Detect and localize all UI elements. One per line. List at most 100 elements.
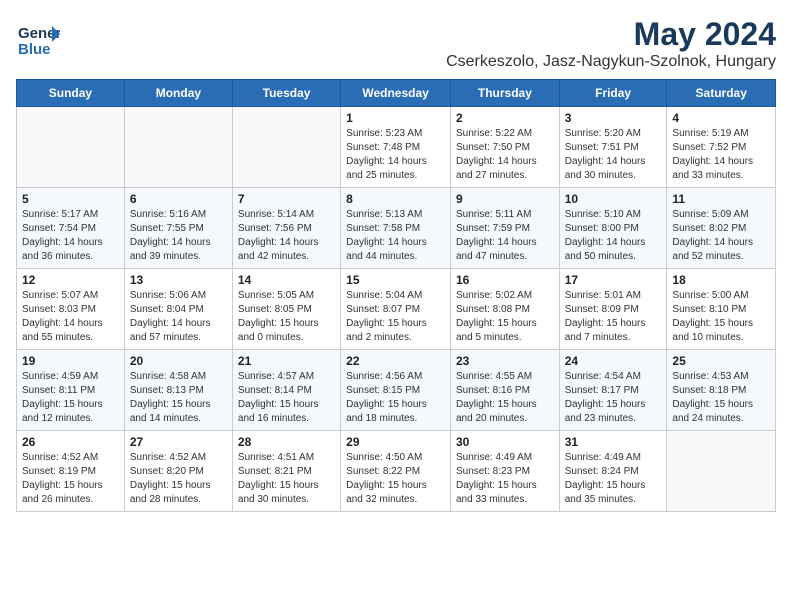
day-info: Sunrise: 5:09 AM Sunset: 8:02 PM Dayligh… bbox=[672, 208, 770, 264]
day-info: Sunrise: 4:50 AM Sunset: 8:22 PM Dayligh… bbox=[346, 451, 445, 507]
day-number: 30 bbox=[456, 435, 554, 449]
day-number: 5 bbox=[22, 192, 119, 206]
calendar-day-cell: 30Sunrise: 4:49 AM Sunset: 8:23 PM Dayli… bbox=[450, 431, 559, 512]
calendar-day-cell bbox=[667, 431, 776, 512]
day-number: 4 bbox=[672, 111, 770, 125]
calendar-day-cell: 6 Sunrise: 5:16 AM Sunset: 7:55 PM Daylig… bbox=[124, 188, 232, 269]
day-number: 15 bbox=[346, 273, 445, 287]
day-number: 2 bbox=[456, 111, 554, 125]
calendar-day-cell: 5 Sunrise: 5:17 AM Sunset: 7:54 PM Daylig… bbox=[17, 188, 125, 269]
day-info: Sunrise: 5:23 AM Sunset: 7:48 PM Dayligh… bbox=[346, 127, 445, 183]
calendar-day-cell: 13 Sunrise: 5:06 AM Sunset: 8:04 PM Dayli… bbox=[124, 269, 232, 350]
day-number: 13 bbox=[130, 273, 227, 287]
calendar-day-cell: 28 Sunrise: 4:51 AM Sunset: 8:21 PM Dayli… bbox=[232, 431, 340, 512]
day-number: 1 bbox=[346, 111, 445, 125]
day-of-week-header: Wednesday bbox=[341, 80, 451, 107]
day-info: Sunrise: 5:00 AM Sunset: 8:10 PM Dayligh… bbox=[672, 289, 770, 345]
day-info: Sunrise: 5:19 AM Sunset: 7:52 PM Dayligh… bbox=[672, 127, 770, 183]
calendar-day-cell: 8 Sunrise: 5:13 AM Sunset: 7:58 PM Daylig… bbox=[341, 188, 451, 269]
day-number: 25 bbox=[672, 354, 770, 368]
day-info: Sunrise: 5:10 AM Sunset: 8:00 PM Dayligh… bbox=[565, 208, 662, 264]
day-number: 8 bbox=[346, 192, 445, 206]
day-of-week-header: Monday bbox=[124, 80, 232, 107]
day-info: Sunrise: 5:04 AM Sunset: 8:07 PM Dayligh… bbox=[346, 289, 445, 345]
day-of-week-header: Tuesday bbox=[232, 80, 340, 107]
day-info: Sunrise: 4:52 AM Sunset: 8:19 PM Dayligh… bbox=[22, 451, 119, 507]
day-info: Sunrise: 4:49 AM Sunset: 8:24 PM Dayligh… bbox=[565, 451, 662, 507]
day-info: Sunrise: 4:58 AM Sunset: 8:13 PM Dayligh… bbox=[130, 370, 227, 426]
day-info: Sunrise: 5:20 AM Sunset: 7:51 PM Dayligh… bbox=[565, 127, 662, 183]
calendar-day-cell: 15 Sunrise: 5:04 AM Sunset: 8:07 PM Dayli… bbox=[341, 269, 451, 350]
day-info: Sunrise: 5:06 AM Sunset: 8:04 PM Dayligh… bbox=[130, 289, 227, 345]
calendar-day-cell: 23 Sunrise: 4:55 AM Sunset: 8:16 PM Dayli… bbox=[450, 350, 559, 431]
day-number: 11 bbox=[672, 192, 770, 206]
calendar-day-cell: 16Sunrise: 5:02 AM Sunset: 8:08 PM Dayli… bbox=[450, 269, 559, 350]
day-number: 9 bbox=[456, 192, 554, 206]
day-info: Sunrise: 4:57 AM Sunset: 8:14 PM Dayligh… bbox=[238, 370, 335, 426]
day-number: 3 bbox=[565, 111, 662, 125]
day-number: 17 bbox=[565, 273, 662, 287]
calendar-day-cell: 26Sunrise: 4:52 AM Sunset: 8:19 PM Dayli… bbox=[17, 431, 125, 512]
day-of-week-header: Friday bbox=[559, 80, 667, 107]
calendar-day-cell: 29 Sunrise: 4:50 AM Sunset: 8:22 PM Dayli… bbox=[341, 431, 451, 512]
day-info: Sunrise: 5:22 AM Sunset: 7:50 PM Dayligh… bbox=[456, 127, 554, 183]
svg-text:Blue: Blue bbox=[18, 41, 51, 58]
calendar-day-cell: 19Sunrise: 4:59 AM Sunset: 8:11 PM Dayli… bbox=[17, 350, 125, 431]
calendar-day-cell: 4 Sunrise: 5:19 AM Sunset: 7:52 PM Daylig… bbox=[667, 107, 776, 188]
calendar-day-cell: 25Sunrise: 4:53 AM Sunset: 8:18 PM Dayli… bbox=[667, 350, 776, 431]
calendar-day-cell: 14 Sunrise: 5:05 AM Sunset: 8:05 PM Dayli… bbox=[232, 269, 340, 350]
day-info: Sunrise: 5:16 AM Sunset: 7:55 PM Dayligh… bbox=[130, 208, 227, 264]
day-info: Sunrise: 4:51 AM Sunset: 8:21 PM Dayligh… bbox=[238, 451, 335, 507]
day-number: 23 bbox=[456, 354, 554, 368]
calendar-table: SundayMondayTuesdayWednesdayThursdayFrid… bbox=[16, 79, 776, 512]
day-number: 20 bbox=[130, 354, 227, 368]
day-info: Sunrise: 5:07 AM Sunset: 8:03 PM Dayligh… bbox=[22, 289, 119, 345]
day-info: Sunrise: 5:01 AM Sunset: 8:09 PM Dayligh… bbox=[565, 289, 662, 345]
day-info: Sunrise: 5:05 AM Sunset: 8:05 PM Dayligh… bbox=[238, 289, 335, 345]
day-info: Sunrise: 5:11 AM Sunset: 7:59 PM Dayligh… bbox=[456, 208, 554, 264]
day-number: 31 bbox=[565, 435, 662, 449]
calendar-day-cell: 31 Sunrise: 4:49 AM Sunset: 8:24 PM Dayli… bbox=[559, 431, 667, 512]
day-info: Sunrise: 4:52 AM Sunset: 8:20 PM Dayligh… bbox=[130, 451, 227, 507]
calendar-day-cell: 27 Sunrise: 4:52 AM Sunset: 8:20 PM Dayli… bbox=[124, 431, 232, 512]
calendar-day-cell: 18 Sunrise: 5:00 AM Sunset: 8:10 PM Dayli… bbox=[667, 269, 776, 350]
day-of-week-header: Saturday bbox=[667, 80, 776, 107]
calendar-day-cell: 3 Sunrise: 5:20 AM Sunset: 7:51 PM Daylig… bbox=[559, 107, 667, 188]
day-number: 19 bbox=[22, 354, 119, 368]
calendar-day-cell: 21 Sunrise: 4:57 AM Sunset: 8:14 PM Dayli… bbox=[232, 350, 340, 431]
day-info: Sunrise: 5:17 AM Sunset: 7:54 PM Dayligh… bbox=[22, 208, 119, 264]
calendar-header-row: SundayMondayTuesdayWednesdayThursdayFrid… bbox=[17, 80, 776, 107]
calendar-day-cell: 9 Sunrise: 5:11 AM Sunset: 7:59 PM Daylig… bbox=[450, 188, 559, 269]
calendar-week-row: 1 Sunrise: 5:23 AM Sunset: 7:48 PM Daylig… bbox=[17, 107, 776, 188]
calendar-day-cell bbox=[124, 107, 232, 188]
day-info: Sunrise: 5:13 AM Sunset: 7:58 PM Dayligh… bbox=[346, 208, 445, 264]
calendar-day-cell: 7 Sunrise: 5:14 AM Sunset: 7:56 PM Daylig… bbox=[232, 188, 340, 269]
day-number: 18 bbox=[672, 273, 770, 287]
calendar-day-cell: 10Sunrise: 5:10 AM Sunset: 8:00 PM Dayli… bbox=[559, 188, 667, 269]
calendar-week-row: 26Sunrise: 4:52 AM Sunset: 8:19 PM Dayli… bbox=[17, 431, 776, 512]
day-info: Sunrise: 4:55 AM Sunset: 8:16 PM Dayligh… bbox=[456, 370, 554, 426]
day-number: 22 bbox=[346, 354, 445, 368]
title-section: May 2024 Cserkeszolo, Jasz-Nagykun-Szoln… bbox=[446, 16, 776, 71]
logo: General Blue bbox=[16, 16, 60, 65]
calendar-day-cell bbox=[17, 107, 125, 188]
calendar-day-cell: 20 Sunrise: 4:58 AM Sunset: 8:13 PM Dayli… bbox=[124, 350, 232, 431]
calendar-day-cell: 22Sunrise: 4:56 AM Sunset: 8:15 PM Dayli… bbox=[341, 350, 451, 431]
location-title: Cserkeszolo, Jasz-Nagykun-Szolnok, Hunga… bbox=[446, 53, 776, 71]
day-number: 27 bbox=[130, 435, 227, 449]
day-number: 29 bbox=[346, 435, 445, 449]
day-number: 6 bbox=[130, 192, 227, 206]
calendar-day-cell: 17 Sunrise: 5:01 AM Sunset: 8:09 PM Dayli… bbox=[559, 269, 667, 350]
day-number: 14 bbox=[238, 273, 335, 287]
calendar-day-cell: 2 Sunrise: 5:22 AM Sunset: 7:50 PM Daylig… bbox=[450, 107, 559, 188]
calendar-week-row: 19Sunrise: 4:59 AM Sunset: 8:11 PM Dayli… bbox=[17, 350, 776, 431]
month-title: May 2024 bbox=[446, 16, 776, 53]
day-info: Sunrise: 5:14 AM Sunset: 7:56 PM Dayligh… bbox=[238, 208, 335, 264]
calendar-week-row: 5 Sunrise: 5:17 AM Sunset: 7:54 PM Daylig… bbox=[17, 188, 776, 269]
day-of-week-header: Sunday bbox=[17, 80, 125, 107]
day-number: 7 bbox=[238, 192, 335, 206]
calendar-day-cell: 12Sunrise: 5:07 AM Sunset: 8:03 PM Dayli… bbox=[17, 269, 125, 350]
day-number: 28 bbox=[238, 435, 335, 449]
calendar-day-cell: 1 Sunrise: 5:23 AM Sunset: 7:48 PM Daylig… bbox=[341, 107, 451, 188]
day-number: 21 bbox=[238, 354, 335, 368]
